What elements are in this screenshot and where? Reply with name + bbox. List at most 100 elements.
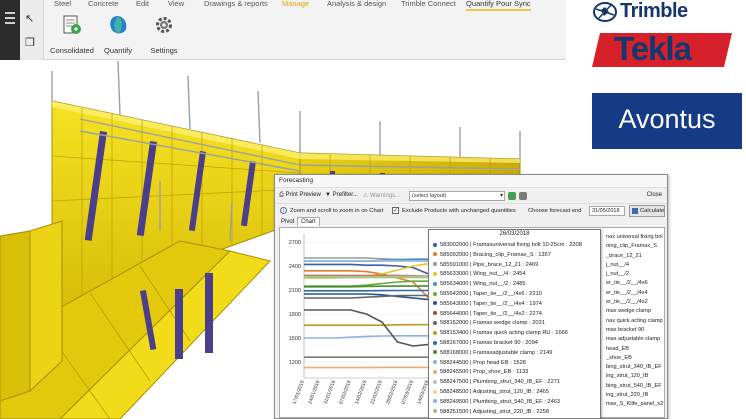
tooltip-row: 588244500 | Prop head EB : 1528	[433, 359, 600, 369]
series-color-dot	[433, 340, 437, 345]
y-tick-label: 2100	[289, 288, 301, 294]
tooltip-row: 585644000 | Taper_tie__/2__/4x2 : 2274	[433, 310, 600, 320]
legend-item[interactable]: max bracket 90	[606, 326, 664, 335]
layout-select[interactable]: (select layout) ▾	[409, 191, 505, 201]
legend-item[interactable]: bing_strut_540_IB_EF	[606, 382, 664, 391]
tooltip-row-text: 585634000 | Wing_nut__/2 : 2485	[440, 281, 526, 288]
tab-steel[interactable]: Steel	[54, 0, 71, 8]
tooltip-row: 585634000 | Wing_nut__/2 : 2485	[433, 280, 600, 290]
tab-edit[interactable]: Edit	[136, 0, 149, 8]
avontus-logo: Avontus	[592, 93, 742, 149]
series-color-dot	[433, 291, 437, 296]
tooltip-row: 588249500 | Plumbing_strut_540_IB_EF : 2…	[433, 398, 600, 408]
legend-item[interactable]: j_nut__/2	[606, 270, 664, 279]
tab-quantify-pour-sync[interactable]: Quantify Pour Sync	[466, 0, 531, 11]
tooltip-row-text: 585642000 | Taper_tie__/2__/4x6 : 2210	[440, 291, 542, 297]
legend-item[interactable]: nax universal fixing bol	[606, 233, 664, 242]
tooltip-row: 588245500 | Prop_shoe_EB : 1133	[433, 368, 600, 378]
calculate-label: Calculate	[640, 208, 665, 214]
legend-item[interactable]: max_S_Klife_panel_x2	[606, 400, 664, 409]
tooltip-row-text: 585633000 | Wing_nut__/4 : 2454	[440, 271, 526, 278]
legend-item[interactable]: oing_clip_Framax_S	[606, 242, 664, 251]
tab-analysis-design[interactable]: Analysis & design	[327, 0, 386, 8]
warnings-button[interactable]: ⚠ Warnings...	[363, 192, 400, 199]
tooltip-row: 588152000 | Framax wedge clamp : 2031	[433, 319, 600, 329]
layout-select-value: (select layout)	[412, 193, 447, 199]
legend-item[interactable]: _shoe_EB	[606, 354, 664, 363]
series-color-dot	[433, 311, 437, 316]
x-tick-label: 07/03/2018	[401, 379, 415, 405]
y-tick-label: 1500	[289, 336, 301, 342]
tooltip-row: 585643000 | Taper_tie__/2__/4x4 : 1974	[433, 300, 600, 310]
tekla-logo: Tekla	[592, 30, 734, 69]
legend-item[interactable]: max adjustable clamp	[606, 335, 664, 344]
prefilter-button[interactable]: ▼ Prefilter...	[325, 192, 358, 198]
print-preview-button[interactable]: ⎙ Print Preview	[279, 192, 321, 199]
calculate-button[interactable]: Calculate	[629, 205, 665, 217]
menu-icon[interactable]	[5, 12, 15, 24]
legend-item[interactable]: bing_strut_340_IB_EF	[606, 363, 664, 372]
snap-icon[interactable]: ❒	[25, 36, 35, 49]
y-tick-label: 2700	[289, 240, 301, 246]
quantify-button[interactable]: Quantify	[94, 14, 142, 56]
tooltip-row: 585092000 | Bracing_clip_Framax_S : 1357	[433, 251, 600, 261]
legend-item[interactable]: ing_strut_220_IB	[606, 391, 664, 400]
series-color-dot	[433, 301, 437, 306]
series-color-dot	[433, 350, 437, 355]
legend-item[interactable]: nax quick acting clamp	[606, 317, 664, 326]
avontus-wordmark: Avontus	[618, 104, 716, 134]
settings-label: Settings	[150, 46, 178, 55]
add-layout-icon[interactable]	[508, 192, 516, 200]
forecast-end-date-input[interactable]: 31/05/2018	[589, 206, 625, 216]
trimble-wordmark: Trimble	[620, 0, 688, 22]
ribbon-tabs: Steel Concrete Edit View Drawings & repo…	[44, 0, 566, 11]
tooltip-row: 585642000 | Taper_tie__/2__/4x6 : 2210	[433, 290, 600, 300]
legend-item[interactable]: head_EB	[606, 345, 664, 354]
tab-trimble-connect[interactable]: Trimble Connect	[401, 0, 456, 8]
exclude-unchanged-label: Exclude Products with unchanged quantiti…	[402, 208, 516, 214]
chart-legend: nax universal fixing bol oing_clip_Framax…	[606, 233, 664, 415]
series-color-dot	[433, 320, 437, 325]
legend-item[interactable]: er_tie__/2__/4x4	[606, 289, 664, 298]
tooltip-row: 588168000 | Framaxadjustable clamp : 214…	[433, 349, 600, 359]
warning-icon: ⚠	[363, 193, 371, 199]
select-arrow-icon[interactable]: ↖	[25, 12, 34, 25]
tab-concrete[interactable]: Concrete	[88, 0, 118, 8]
x-tick-label: 17/01/2018	[292, 379, 306, 405]
tekla-wordmark: Tekla	[614, 30, 692, 67]
series-color-dot	[433, 262, 437, 267]
legend-item[interactable]: er_tie__/2__/4x6	[606, 279, 664, 288]
legend-item[interactable]: max wedge clamp	[606, 307, 664, 316]
series-color-dot	[433, 379, 437, 384]
tooltip-row: 583002000 | Framaxuniversal fixing bolt …	[433, 241, 600, 251]
legend-item[interactable]: j_nut__/4	[606, 261, 664, 270]
view-tabs: Pivot Chart	[275, 217, 667, 227]
close-button[interactable]: Close	[647, 192, 662, 198]
consolidated-button[interactable]: Consolidated	[48, 14, 96, 56]
tooltip-row-text: 588244500 | Prop head EB : 1528	[440, 359, 526, 366]
legend-item[interactable]: ing_strut_120_IB	[606, 372, 664, 381]
tooltip-row-text: 585591000 | Pipe_brace_12_21 : 2469	[440, 261, 539, 268]
x-tick-label: 28/02/2018	[385, 379, 399, 405]
ribbon-side-strip	[0, 0, 20, 60]
tab-drawings-reports[interactable]: Drawings & reports	[204, 0, 268, 8]
tab-pivot[interactable]: Pivot	[277, 217, 298, 227]
tab-view[interactable]: View	[168, 0, 184, 8]
tab-manage[interactable]: Manage	[282, 0, 309, 8]
tooltip-row-text: 588251500 | Adjusting_strut_220_IB : 225…	[440, 408, 549, 415]
forecasting-titlebar: Forecasting	[275, 175, 667, 188]
settings-button[interactable]: Settings	[140, 14, 188, 56]
exclude-unchanged-checkbox[interactable]: ✓	[392, 207, 399, 214]
calculator-icon	[632, 208, 638, 214]
save-layout-icon[interactable]	[519, 192, 527, 200]
tooltip-row: 588153400 | Framax quick acting clamp RU…	[433, 329, 600, 339]
x-tick-label: 07/02/2018	[338, 379, 352, 405]
consolidated-label: Consolidated	[50, 46, 94, 55]
consolidated-icon	[63, 15, 81, 34]
tooltip-row-text: 588152000 | Framax wedge clamp : 2031	[440, 320, 545, 327]
legend-item[interactable]: er_tie__/2__/4x2	[606, 298, 664, 307]
series-color-dot	[433, 281, 437, 286]
y-tick-label: 1200	[289, 360, 301, 366]
tab-chart[interactable]: Chart	[297, 217, 320, 226]
legend-item[interactable]: _brace_12_21	[606, 252, 664, 261]
